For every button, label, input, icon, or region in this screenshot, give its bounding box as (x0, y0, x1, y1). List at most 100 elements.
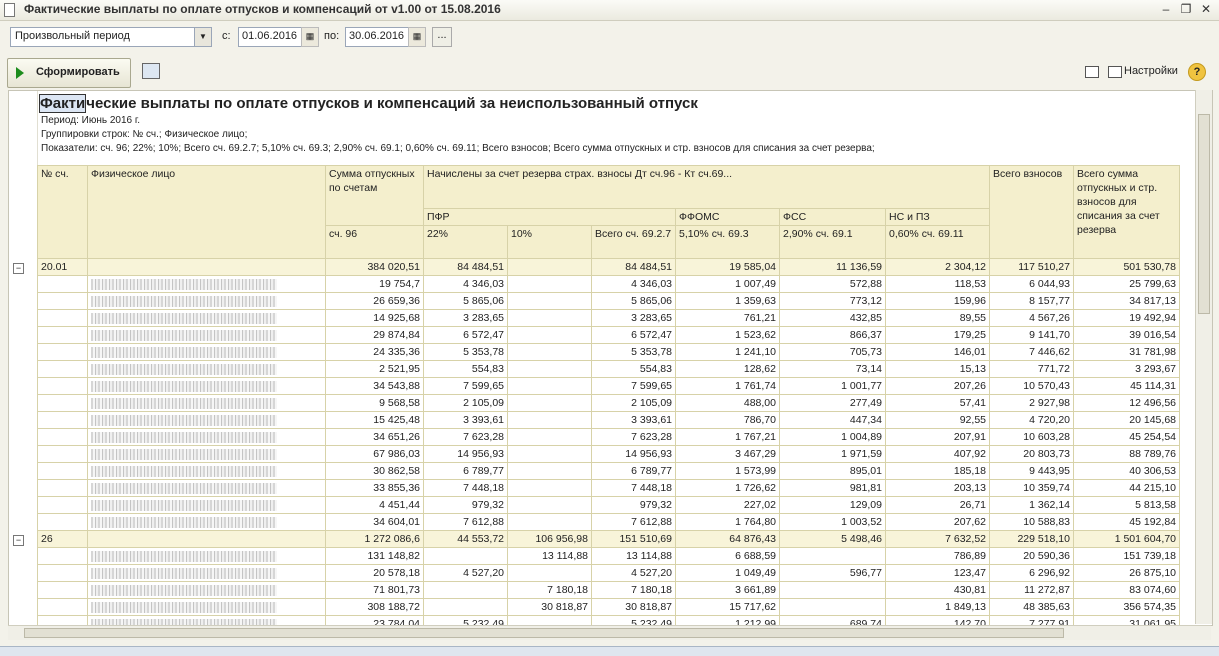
header-22: 22% (423, 225, 508, 259)
redacted-name (91, 516, 277, 528)
redacted-name (91, 329, 277, 341)
value-cell: 34 543,88 (325, 377, 424, 395)
selected-cell[interactable]: Факти (39, 94, 87, 113)
horizontal-scroll-thumb[interactable] (24, 628, 1064, 638)
table-view-icon[interactable] (1085, 66, 1099, 78)
value-cell: 29 874,84 (325, 326, 424, 344)
settings-icon[interactable] (1108, 66, 1122, 78)
value-cell: 6 296,92 (989, 564, 1074, 582)
collapse-toggle[interactable]: − (13, 534, 24, 546)
redacted-name (91, 278, 277, 290)
group-row[interactable]: 20.01 384 020,51 84 484,51 84 484,51 19 585,… (37, 258, 1180, 276)
value-cell: 1 049,49 (675, 564, 780, 582)
value-cell: 10 588,83 (989, 513, 1074, 531)
horizontal-scrollbar[interactable] (8, 625, 1211, 640)
acct-cell (37, 428, 88, 446)
value-cell: 4 346,03 (423, 275, 508, 293)
help-icon[interactable]: ? (1188, 63, 1206, 81)
period-more-button[interactable]: ... (432, 27, 452, 47)
value-cell: 488,00 (675, 394, 780, 412)
from-date-value: 01.06.2016 (242, 30, 298, 42)
report-period: Период: Июнь 2016 г. (41, 115, 141, 126)
table-row[interactable]: 26 659,36 5 865,06 5 865,06 1 359,63 773,12 1… (37, 292, 1180, 310)
acct-cell (37, 598, 88, 616)
acct-cell (37, 581, 88, 599)
settings-link[interactable]: Настройки (1124, 65, 1178, 77)
value-cell: 11 136,59 (779, 258, 886, 276)
redacted-name (91, 431, 277, 443)
acct-cell (37, 360, 88, 378)
calendar-icon[interactable]: ▦ (301, 27, 319, 47)
report-indicators: Показатели: сч. 96; 22%; 10%; Всего сч. … (41, 143, 875, 154)
value-cell: 6 688,59 (675, 547, 780, 565)
vertical-scroll-thumb[interactable] (1198, 114, 1210, 314)
person-cell (87, 513, 326, 531)
value-cell (507, 360, 592, 378)
acct-cell (37, 377, 88, 395)
redacted-name (91, 346, 277, 358)
value-cell: 430,81 (885, 581, 990, 599)
minimize-button[interactable]: – (1158, 2, 1174, 16)
person-cell (87, 581, 326, 599)
value-cell: 356 574,35 (1073, 598, 1180, 616)
value-cell: 151 510,69 (591, 530, 676, 548)
person-cell (87, 428, 326, 446)
value-cell (507, 377, 592, 395)
to-date-field[interactable]: 30.06.2016 (345, 27, 409, 47)
value-cell: 67 986,03 (325, 445, 424, 463)
table-row[interactable]: 14 925,68 3 283,65 3 283,65 761,21 432,85 89,… (37, 309, 1180, 327)
table-row[interactable]: 308 188,72 30 818,87 30 818,87 15 717,62 1 8… (37, 598, 1180, 616)
table-row[interactable]: 29 874,84 6 572,47 6 572,47 1 523,62 866,37 1… (37, 326, 1180, 344)
from-date-field[interactable]: 01.06.2016 (238, 27, 302, 47)
generate-button[interactable]: Сформировать (7, 58, 131, 88)
value-cell: 83 074,60 (1073, 581, 1180, 599)
person-cell (87, 445, 326, 463)
print-icon[interactable] (142, 63, 160, 79)
value-cell: 773,12 (779, 292, 886, 310)
group-row[interactable]: 26 1 272 086,6 44 553,72 106 956,98 151 510,… (37, 530, 1180, 548)
value-cell: 159,96 (885, 292, 990, 310)
table-row[interactable]: 71 801,73 7 180,18 7 180,18 3 661,89 430,81 1… (37, 581, 1180, 599)
value-cell (507, 411, 592, 429)
value-cell: 3 283,65 (591, 309, 676, 327)
period-type-select[interactable]: Произвольный период ▼ (10, 27, 212, 47)
value-cell: 11 272,87 (989, 581, 1074, 599)
value-cell: 6 044,93 (989, 275, 1074, 293)
value-cell: 9 443,95 (989, 462, 1074, 480)
restore-button[interactable]: ❐ (1178, 2, 1194, 16)
calendar-icon[interactable]: ▦ (408, 27, 426, 47)
table-row[interactable]: 131 148,82 13 114,88 13 114,88 6 688,59 786,… (37, 547, 1180, 565)
value-cell: 227,02 (675, 496, 780, 514)
table-row[interactable]: 33 855,36 7 448,18 7 448,18 1 726,62 981,81 2… (37, 479, 1180, 497)
value-cell: 1 971,59 (779, 445, 886, 463)
table-row[interactable]: 9 568,58 2 105,09 2 105,09 488,00 277,49 57,4… (37, 394, 1180, 412)
collapse-toggle[interactable]: − (13, 262, 24, 274)
value-cell: 7 446,62 (989, 343, 1074, 361)
value-cell: 26,71 (885, 496, 990, 514)
value-cell: 771,72 (989, 360, 1074, 378)
value-cell: 7 612,88 (591, 513, 676, 531)
redacted-name (91, 397, 277, 409)
generate-label: Сформировать (36, 66, 120, 78)
header-fss-sub: 2,90% сч. 69.1 (779, 225, 886, 259)
value-cell (507, 513, 592, 531)
table-row[interactable]: 24 335,36 5 353,78 5 353,78 1 241,10 705,73 1… (37, 343, 1180, 361)
redacted-name (91, 448, 277, 460)
period-type-value: Произвольный период (15, 30, 130, 42)
person-cell (87, 411, 326, 429)
value-cell: 207,26 (885, 377, 990, 395)
table-row[interactable]: 34 651,26 7 623,28 7 623,28 1 767,21 1 004,8… (37, 428, 1180, 446)
close-button[interactable]: ✕ (1198, 2, 1214, 16)
table-row[interactable]: 2 521,95 554,83 554,83 128,62 73,14 15,13 771,… (37, 360, 1180, 378)
table-row[interactable]: 30 862,58 6 789,77 6 789,77 1 573,99 895,01 1… (37, 462, 1180, 480)
table-row[interactable]: 19 754,7 4 346,03 4 346,03 1 007,49 572,88 11… (37, 275, 1180, 293)
table-row[interactable]: 20 578,18 4 527,20 4 527,20 1 049,49 596,77 1… (37, 564, 1180, 582)
table-row[interactable]: 4 451,44 979,32 979,32 227,02 129,09 26,71 1 3… (37, 496, 1180, 514)
chevron-down-icon[interactable]: ▼ (194, 28, 211, 46)
table-row[interactable]: 34 543,88 7 599,65 7 599,65 1 761,74 1 001,7… (37, 377, 1180, 395)
acct-cell (37, 496, 88, 514)
table-row[interactable]: 67 986,03 14 956,93 14 956,93 3 467,29 1 971… (37, 445, 1180, 463)
table-row[interactable]: 15 425,48 3 393,61 3 393,61 786,70 447,34 92,… (37, 411, 1180, 429)
table-row[interactable]: 34 604,01 7 612,88 7 612,88 1 764,80 1 003,5… (37, 513, 1180, 531)
vertical-scrollbar[interactable] (1195, 90, 1212, 624)
